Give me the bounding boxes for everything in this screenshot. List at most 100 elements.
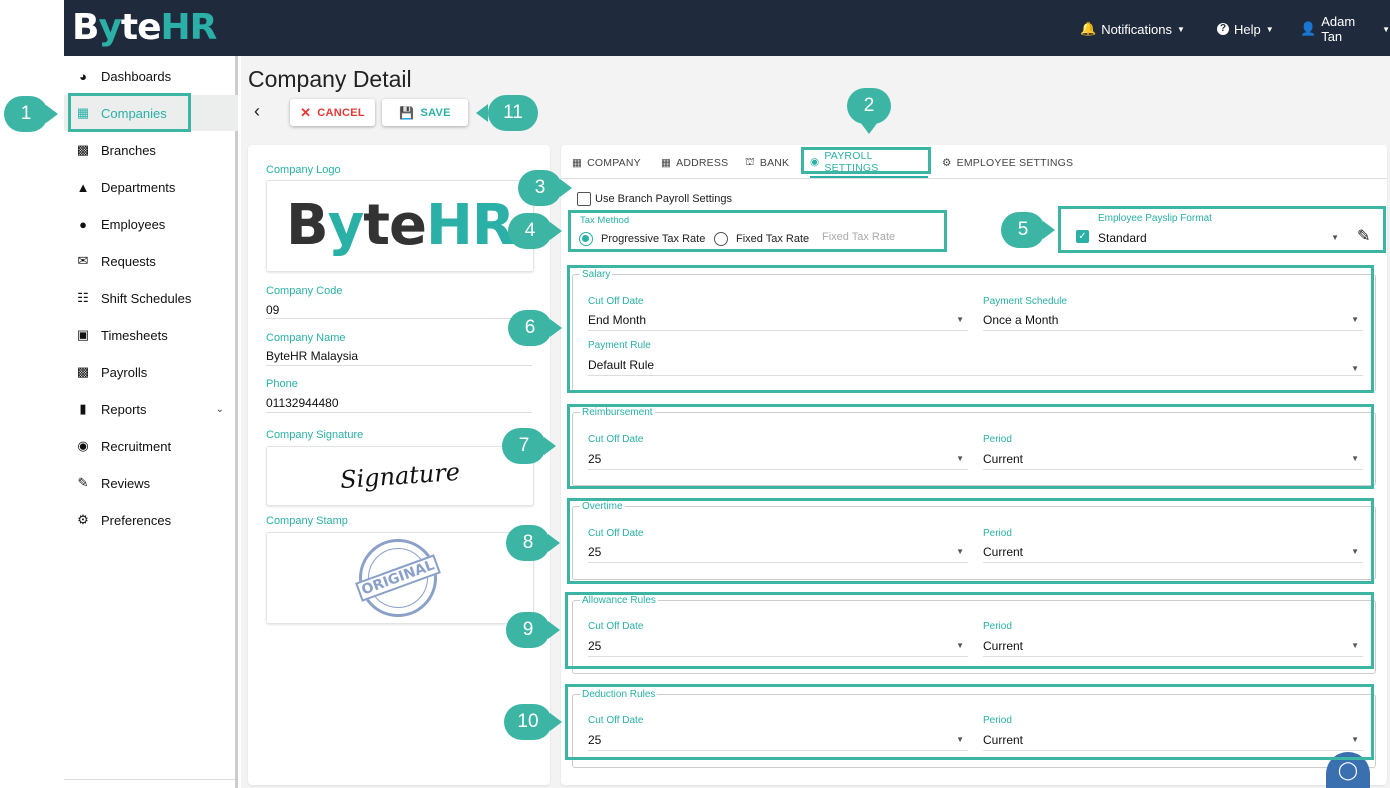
save-icon: 💾: [399, 105, 415, 120]
company-signature-box[interactable]: Signature: [266, 446, 534, 506]
tab-payroll-settings[interactable]: ◉ PAYROLL SETTINGS: [810, 148, 928, 178]
company-name-field[interactable]: ByteHR Malaysia: [266, 349, 532, 366]
dropdown-arrow-icon: ▼: [1351, 735, 1359, 744]
tab-company[interactable]: ▦ COMPANY: [572, 148, 641, 178]
caret-down-icon: ▼: [1382, 24, 1390, 34]
stamp-image: ORIGINAL: [355, 539, 441, 617]
use-branch-label: Use Branch Payroll Settings: [595, 193, 732, 205]
company-code-label: Company Code: [266, 285, 343, 297]
sidebar-item-branches[interactable]: ▩ Branches: [64, 132, 238, 168]
company-signature-label: Company Signature: [266, 429, 364, 441]
deduction-cutoff-select[interactable]: 25 ▼: [588, 733, 968, 751]
sidebar-divider: [64, 779, 235, 780]
salary-cutoff-label: Cut Off Date: [588, 296, 644, 307]
sidebar-item-label: Departments: [101, 179, 176, 195]
overtime-cutoff-label: Cut Off Date: [588, 528, 644, 539]
payslip-check-icon[interactable]: ✓: [1076, 230, 1089, 243]
payslip-format-select[interactable]: Standard ▼: [1098, 231, 1343, 249]
tax-fixed-radio[interactable]: Fixed Tax Rate: [714, 232, 809, 246]
cancel-button[interactable]: ✕ CANCEL: [290, 99, 375, 126]
allowance-cutoff-select[interactable]: 25 ▼: [588, 639, 968, 657]
dropdown-arrow-icon: ▼: [956, 641, 964, 650]
sidebar-item-employees[interactable]: ● Employees: [64, 206, 238, 242]
sidebar-item-companies[interactable]: ▦ Companies: [64, 95, 238, 131]
company-logo-box[interactable]: ByteHR: [266, 180, 534, 272]
overtime-cutoff-select[interactable]: 25 ▼: [588, 545, 968, 563]
branch-icon: ▩: [76, 142, 90, 157]
payment-rule-select[interactable]: Default Rule ▼: [588, 358, 1363, 376]
company-code-field[interactable]: 09: [266, 303, 532, 319]
sidebar-item-label: Branches: [101, 142, 156, 158]
deduction-period-label: Period: [983, 715, 1012, 726]
company-stamp-box[interactable]: ORIGINAL: [266, 532, 534, 624]
user-menu[interactable]: 👤 Adam Tan ▼: [1300, 14, 1390, 44]
sitemap-icon: ▲: [76, 179, 90, 195]
sidebar-item-label: Preferences: [101, 512, 172, 528]
tabs-divider: [561, 178, 1387, 179]
money-icon: ▩: [76, 364, 90, 379]
salary-cutoff-select[interactable]: End Month ▼: [588, 313, 968, 331]
tab-employee-settings[interactable]: ⚙ EMPLOYEE SETTINGS: [942, 148, 1073, 178]
overtime-period-label: Period: [983, 528, 1012, 539]
use-branch-checkbox[interactable]: [577, 192, 591, 206]
user-cog-icon: ⚙: [942, 157, 952, 169]
cancel-label: CANCEL: [317, 106, 365, 119]
fixed-tax-rate-input[interactable]: Fixed Tax Rate: [822, 231, 895, 243]
sidebar-item-label: Reviews: [101, 475, 151, 491]
overtime-period-select[interactable]: Current ▼: [983, 545, 1363, 563]
callout-7: 7: [502, 428, 546, 464]
callout-pointer: [548, 621, 560, 639]
tab-bank[interactable]: ⛫ BANK: [745, 148, 789, 178]
reimbursement-cutoff-select[interactable]: 25 ▼: [588, 452, 968, 470]
deduction-legend: Deduction Rules: [580, 689, 658, 700]
chat-support-button[interactable]: ◯: [1326, 752, 1370, 788]
save-button[interactable]: 💾 SAVE: [382, 99, 468, 126]
sidebar-item-preferences[interactable]: ⚙ Preferences: [64, 502, 238, 538]
dropdown-arrow-icon: ▼: [1351, 641, 1359, 650]
sidebar-item-reports[interactable]: ▮ Reports ⌄: [64, 391, 238, 427]
caret-down-icon: ▼: [1177, 24, 1185, 34]
user-icon: 👤: [1300, 21, 1317, 36]
users-icon: ●: [79, 216, 87, 232]
review-icon: ✎: [77, 475, 89, 490]
allowance-period-select[interactable]: Current ▼: [983, 639, 1363, 657]
payment-rule-label: Payment Rule: [588, 340, 651, 351]
sidebar-item-departments[interactable]: ▲ Departments: [64, 169, 238, 205]
overtime-legend: Overtime: [580, 501, 625, 512]
allowance-period-label: Period: [983, 621, 1012, 632]
allowance-legend: Allowance Rules: [580, 595, 658, 606]
save-label: SAVE: [420, 106, 451, 119]
sidebar-item-dashboards[interactable]: ◕ Dashboards: [64, 58, 238, 94]
payment-schedule-select[interactable]: Once a Month ▼: [983, 313, 1363, 331]
chat-bubble-icon: ◯: [1337, 759, 1359, 780]
reimbursement-period-select[interactable]: Current ▼: [983, 452, 1363, 470]
callout-pointer: [550, 222, 562, 240]
chevron-down-icon: ⌄: [215, 403, 224, 415]
tab-address[interactable]: ▦ ADDRESS: [661, 148, 728, 178]
company-logo-label: Company Logo: [266, 164, 341, 176]
tax-progressive-radio[interactable]: Progressive Tax Rate: [579, 232, 705, 246]
close-icon: ✕: [300, 104, 312, 120]
reimbursement-group: [572, 412, 1376, 486]
sidebar-item-recruitment[interactable]: ◉ Recruitment: [64, 428, 238, 464]
callout-8: 8: [506, 525, 550, 561]
calendar-clock-icon: ▣: [76, 327, 90, 342]
sidebar-item-label: Reports: [101, 401, 147, 417]
allowance-group: [572, 600, 1376, 674]
back-arrow-icon[interactable]: ‹: [254, 101, 260, 122]
notifications-menu[interactable]: 🔔 Notifications ▼: [1080, 20, 1185, 38]
help-menu[interactable]: ? Help ▼: [1217, 20, 1274, 38]
deduction-period-select[interactable]: Current ▼: [983, 733, 1363, 751]
sidebar-item-timesheets[interactable]: ▣ Timesheets: [64, 317, 238, 353]
bytehr-logo[interactable]: ByteHR: [72, 6, 217, 50]
sidebar-item-shift-schedules[interactable]: ☷ Shift Schedules: [64, 280, 238, 316]
help-icon: ?: [1217, 23, 1229, 35]
phone-field[interactable]: 01132944480: [266, 396, 532, 413]
sidebar-item-payrolls[interactable]: ▩ Payrolls: [64, 354, 238, 390]
sidebar-item-reviews[interactable]: ✎ Reviews: [64, 465, 238, 501]
dropdown-arrow-icon: ▼: [1351, 454, 1359, 463]
edit-pencil-icon[interactable]: ✎: [1357, 226, 1370, 246]
dashboard-icon: ◕: [79, 68, 87, 84]
callout-pointer: [550, 713, 562, 731]
sidebar-item-requests[interactable]: ✉ Requests: [64, 243, 238, 279]
